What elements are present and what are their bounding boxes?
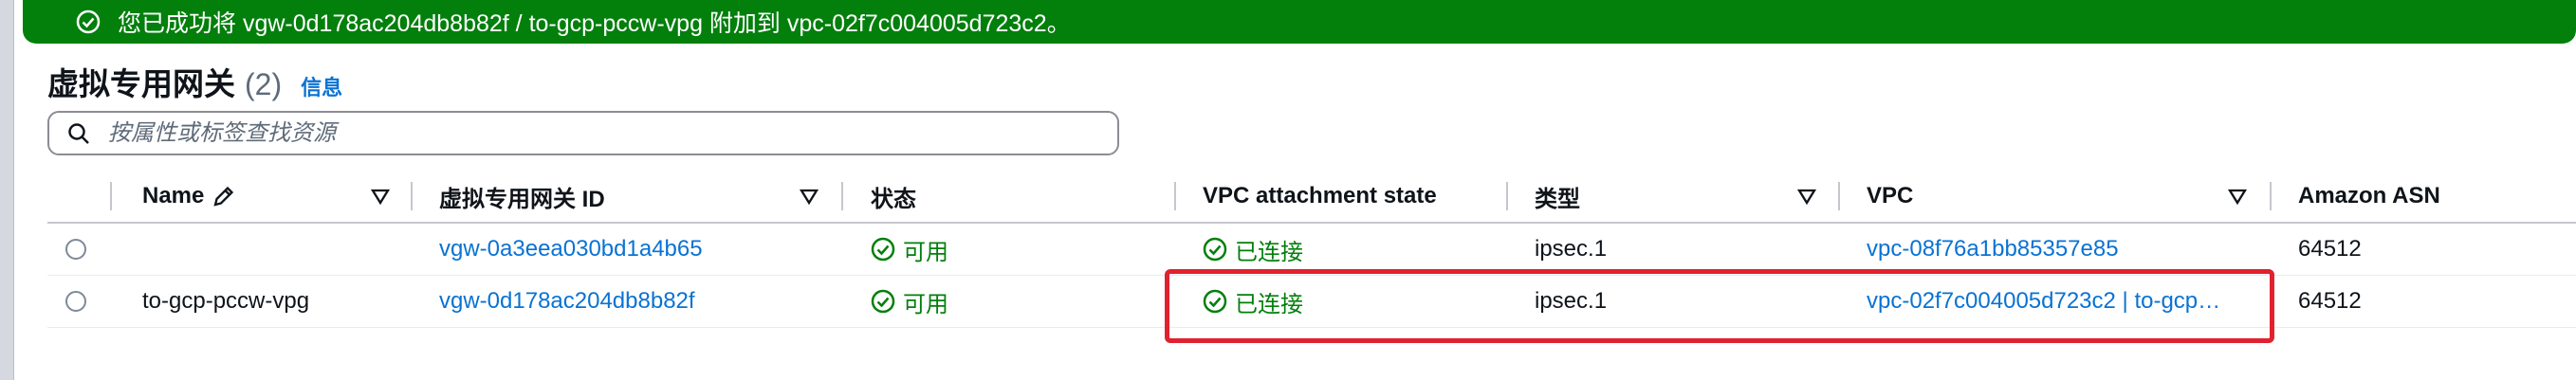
sort-caret-icon[interactable] <box>799 186 819 207</box>
sort-caret-icon[interactable] <box>1796 186 1817 207</box>
cell-type: ipsec.1 <box>1535 236 1608 262</box>
row-select-radio[interactable] <box>65 224 86 275</box>
status-available-icon <box>871 289 895 314</box>
state-label: 可用 <box>903 239 948 265</box>
column-vpc-label: VPC <box>1867 183 1914 208</box>
column-asn-label: Amazon ASN <box>2298 183 2440 208</box>
column-attachment-label: VPC attachment state <box>1203 183 1437 208</box>
column-header-name[interactable]: Name <box>142 171 236 222</box>
success-flash-banner: 您已成功将 vgw-0d178ac204db8b82f / to-gcp-pcc… <box>23 0 2576 44</box>
column-divider[interactable] <box>411 182 413 210</box>
search-icon <box>66 121 91 146</box>
page-header: 虚拟专用网关 (2) 信息 <box>47 59 342 104</box>
sort-caret-icon[interactable] <box>370 186 391 207</box>
edit-pencil-icon <box>213 186 234 207</box>
row-select-radio[interactable] <box>65 276 86 327</box>
column-divider[interactable] <box>841 182 843 210</box>
cell-asn: 64512 <box>2298 236 2362 262</box>
left-panel-edge <box>0 0 14 380</box>
column-header-amazon-asn[interactable]: Amazon ASN <box>2298 171 2440 222</box>
cell-vpc-link[interactable]: vpc-08f76a1bb85357e85 <box>1867 224 2119 275</box>
search-input[interactable] <box>106 118 964 148</box>
cell-state: 可用 <box>871 276 948 327</box>
sort-caret-icon[interactable] <box>2227 186 2248 207</box>
cell-state: 可用 <box>871 224 948 275</box>
column-divider[interactable] <box>1174 182 1176 210</box>
cell-gateway-id-link[interactable]: vgw-0d178ac204db8b82f <box>439 276 695 327</box>
page-title: 虚拟专用网关 <box>47 66 235 101</box>
cell-name: to-gcp-pccw-vpg <box>142 288 310 314</box>
search-box[interactable] <box>47 111 1119 155</box>
column-name-label: Name <box>142 183 205 208</box>
cell-attachment-state: 已连接 <box>1203 224 1303 275</box>
column-header-vpc[interactable]: VPC <box>1867 171 1913 222</box>
info-link[interactable]: 信息 <box>301 71 342 101</box>
column-header-state[interactable]: 状态 <box>871 171 916 222</box>
table-header: Name 虚拟专用网关 ID 状态 VPC attachment state 类… <box>47 171 2576 224</box>
column-gateway-id-label: 虚拟专用网关 ID <box>439 186 605 212</box>
column-type-label: 类型 <box>1535 186 1580 212</box>
cell-gateway-id-link[interactable]: vgw-0a3eea030bd1a4b65 <box>439 224 703 275</box>
flash-message: 您已成功将 vgw-0d178ac204db8b82f / to-gcp-pcc… <box>118 10 1071 37</box>
column-header-gateway-id[interactable]: 虚拟专用网关 ID <box>439 171 605 222</box>
cell-asn: 64512 <box>2298 288 2362 314</box>
status-available-icon <box>871 237 895 262</box>
column-header-vpc-attachment-state[interactable]: VPC attachment state <box>1203 171 1437 222</box>
column-header-type[interactable]: 类型 <box>1535 171 1580 222</box>
status-attached-icon <box>1203 237 1227 262</box>
attachment-label: 已连接 <box>1235 239 1303 265</box>
column-divider[interactable] <box>1506 182 1508 210</box>
column-divider[interactable] <box>110 182 112 210</box>
state-label: 可用 <box>903 291 948 317</box>
column-state-label: 状态 <box>871 186 916 212</box>
column-divider[interactable] <box>2270 182 2272 210</box>
highlight-annotation-box <box>1165 269 2274 343</box>
table-row[interactable]: vgw-0a3eea030bd1a4b65 可用 已连接 ipsec.1 vpc… <box>47 224 2576 276</box>
success-check-icon <box>76 9 101 34</box>
column-divider[interactable] <box>1838 182 1840 210</box>
resource-count: (2) <box>245 67 283 101</box>
